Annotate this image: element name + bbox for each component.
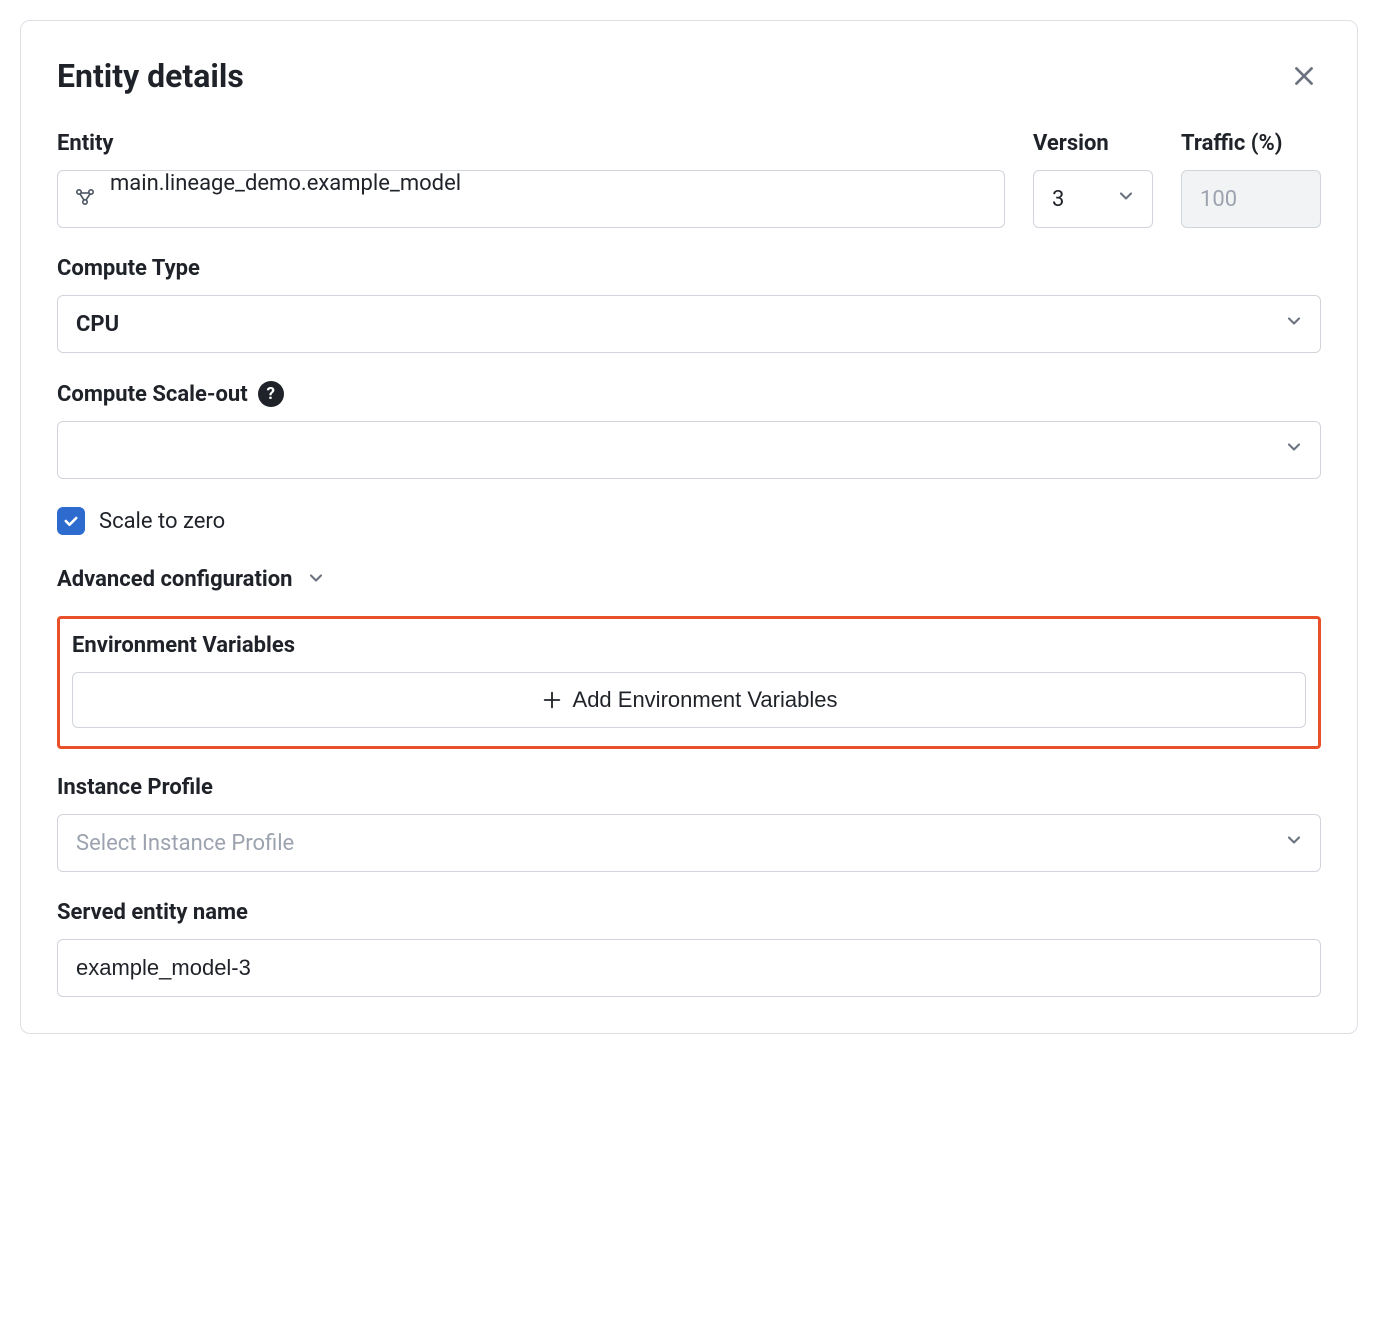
- instance-profile-section: Instance Profile Select Instance Profile: [57, 775, 1321, 872]
- chevron-down-icon: [306, 568, 326, 592]
- entity-column: Entity main.lineage_demo.example_model: [57, 131, 1005, 228]
- env-vars-label: Environment Variables: [72, 633, 1306, 658]
- scale-to-zero-row: Scale to zero: [57, 507, 1321, 535]
- entity-input-wrap: main.lineage_demo.example_model: [57, 170, 1005, 228]
- chevron-down-icon: [1284, 311, 1304, 337]
- version-select[interactable]: 3: [1033, 170, 1153, 228]
- plus-icon: [541, 689, 563, 711]
- chevron-down-icon: [1284, 830, 1304, 856]
- model-icon: [73, 185, 97, 213]
- traffic-label: Traffic (%): [1181, 131, 1321, 156]
- close-icon: [1291, 63, 1317, 89]
- entity-label: Entity: [57, 131, 1005, 156]
- add-env-vars-button[interactable]: Add Environment Variables: [72, 672, 1306, 728]
- served-entity-input[interactable]: [57, 939, 1321, 997]
- panel-title: Entity details: [57, 57, 244, 95]
- traffic-column: Traffic (%) 100: [1181, 131, 1321, 228]
- served-entity-label: Served entity name: [57, 900, 1321, 925]
- chevron-down-icon: [1284, 437, 1304, 463]
- scale-to-zero-label: Scale to zero: [99, 509, 225, 534]
- version-value: 3: [1052, 187, 1064, 212]
- help-icon[interactable]: ?: [258, 381, 284, 407]
- compute-type-label: Compute Type: [57, 256, 1321, 281]
- compute-scaleout-select[interactable]: [57, 421, 1321, 479]
- compute-type-value: CPU: [76, 312, 119, 337]
- instance-profile-select[interactable]: Select Instance Profile: [57, 814, 1321, 872]
- entity-field[interactable]: main.lineage_demo.example_model: [57, 170, 1005, 228]
- check-icon: [62, 512, 80, 530]
- compute-scaleout-section: Compute Scale-out ?: [57, 381, 1321, 479]
- version-column: Version 3: [1033, 131, 1153, 228]
- add-env-vars-label: Add Environment Variables: [573, 687, 838, 713]
- chevron-down-icon: [1116, 186, 1136, 212]
- compute-scaleout-label: Compute Scale-out: [57, 382, 248, 407]
- compute-type-section: Compute Type CPU: [57, 256, 1321, 353]
- panel-header: Entity details: [57, 57, 1321, 95]
- advanced-config-toggle[interactable]: Advanced configuration: [57, 567, 1321, 592]
- entity-row: Entity main.lineage_demo.example_model V…: [57, 131, 1321, 228]
- advanced-config-label: Advanced configuration: [57, 567, 292, 592]
- instance-profile-label: Instance Profile: [57, 775, 1321, 800]
- served-entity-section: Served entity name: [57, 900, 1321, 997]
- traffic-field: 100: [1181, 170, 1321, 228]
- compute-type-select[interactable]: CPU: [57, 295, 1321, 353]
- env-vars-section: Environment Variables Add Environment Va…: [57, 616, 1321, 749]
- close-button[interactable]: [1287, 59, 1321, 93]
- scale-to-zero-checkbox[interactable]: [57, 507, 85, 535]
- version-label: Version: [1033, 131, 1153, 156]
- instance-profile-placeholder: Select Instance Profile: [76, 831, 294, 856]
- entity-details-panel: Entity details Entity: [20, 20, 1358, 1034]
